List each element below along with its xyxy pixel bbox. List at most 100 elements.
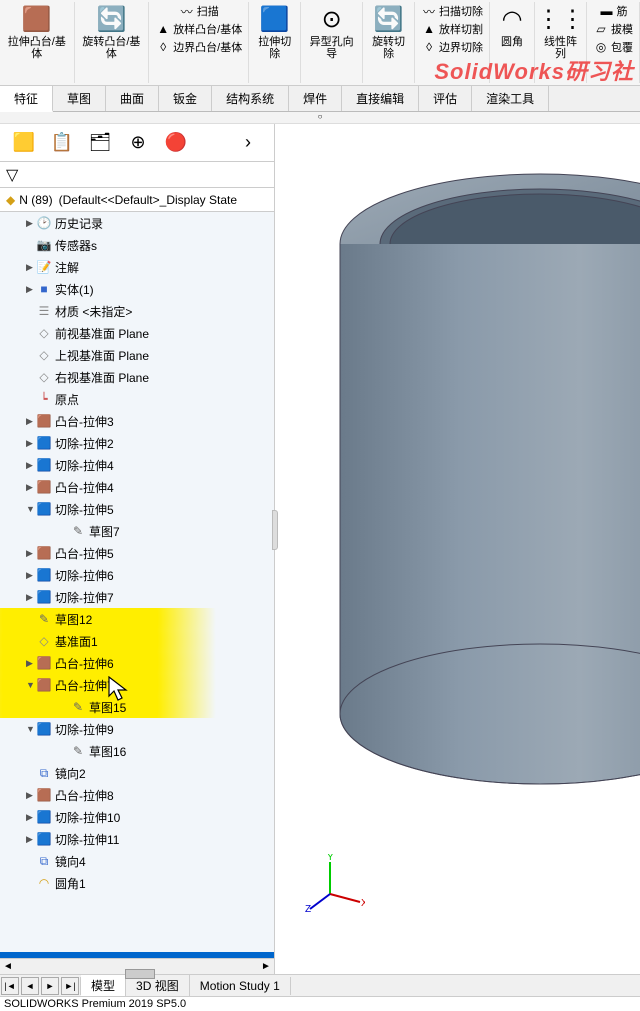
panel-collapse-handle[interactable] — [272, 510, 278, 550]
tree-hscroll[interactable]: ◄ ► — [0, 958, 274, 974]
scroll-thumb[interactable] — [125, 969, 155, 979]
history-icon: 🕑 — [36, 215, 52, 231]
loft-button[interactable]: ▲放样凸台/基体 — [151, 20, 246, 38]
tree-item[interactable]: ◇前视基准面 Plane — [0, 322, 274, 344]
view-triad[interactable]: Y X Z — [305, 854, 365, 914]
feature-manager-icon[interactable]: 🟨 — [6, 129, 42, 157]
loft-cut-button[interactable]: ▲放样切割 — [417, 20, 487, 38]
tree-item[interactable]: ✎草图15 — [0, 696, 274, 718]
tree-item[interactable]: ⧉镜向2 — [0, 762, 274, 784]
hole-wizard-button[interactable]: ⊙ 异型孔向导 — [303, 2, 360, 62]
tab-direct-edit[interactable]: 直接编辑 — [342, 86, 419, 111]
tab-sheetmetal[interactable]: 钣金 — [159, 86, 212, 111]
scroll-left-icon[interactable]: ◄ — [0, 961, 16, 972]
tab-motion-study[interactable]: Motion Study 1 — [190, 977, 291, 995]
swept-cut-button[interactable]: 〰扫描切除 — [417, 2, 487, 20]
scroll-right-icon[interactable]: ► — [258, 961, 274, 972]
rib-button[interactable]: ▬筋 — [595, 2, 632, 20]
tree-item[interactable]: ☰材质 <未指定> — [0, 300, 274, 322]
tree-item[interactable]: ✎草图7 — [0, 520, 274, 542]
tree-item[interactable]: ▶🟦切除-拉伸2 — [0, 432, 274, 454]
expand-icon[interactable]: › — [230, 129, 266, 157]
tree-item-label: 前视基准面 Plane — [55, 325, 149, 342]
dimxpert-icon[interactable]: ⊕ — [120, 129, 156, 157]
expander-icon[interactable]: ▼ — [26, 504, 36, 514]
draft-button[interactable]: ▱拔模 — [589, 20, 637, 38]
tree-root[interactable]: ◆ N (89) (Default<<Default>_Display Stat… — [0, 188, 274, 212]
tree-item[interactable]: ⧉镜向4 — [0, 850, 274, 872]
cut-icon: 🟦 — [36, 567, 52, 583]
tab-structure[interactable]: 结构系统 — [212, 86, 289, 111]
tab-weldment[interactable]: 焊件 — [289, 86, 342, 111]
boundary-button[interactable]: ◊边界凸台/基体 — [151, 38, 246, 56]
tree-item[interactable]: ▶🟫凸台-拉伸8 — [0, 784, 274, 806]
tree-item[interactable]: ▼🟫凸台-拉伸7 — [0, 674, 274, 696]
tree-item[interactable]: ▶🟦切除-拉伸11 — [0, 828, 274, 850]
tree-item[interactable]: ◇基准面1 — [0, 630, 274, 652]
tree-item[interactable]: ▶🟫凸台-拉伸4 — [0, 476, 274, 498]
revolve-cut-button[interactable]: 🔄 旋转切除 — [365, 2, 412, 62]
expander-icon[interactable]: ▶ — [26, 416, 36, 427]
tree-item[interactable]: ┕原点 — [0, 388, 274, 410]
tree-item[interactable]: ▶🟦切除-拉伸6 — [0, 564, 274, 586]
extrude-boss-button[interactable]: 🟫 拉伸凸台/基体 — [2, 2, 72, 62]
tree-item[interactable]: ▶🟦切除-拉伸7 — [0, 586, 274, 608]
expander-icon[interactable]: ▶ — [26, 592, 36, 603]
sweep-button[interactable]: 〰扫描 — [175, 2, 223, 20]
fillet-button[interactable]: ◠ 圆角 — [492, 2, 532, 50]
tree-item[interactable]: ▶📝注解 — [0, 256, 274, 278]
panel-splitter[interactable]: ○ — [0, 112, 640, 124]
last-tab-icon[interactable]: ►| — [61, 977, 79, 995]
tree-item[interactable]: ▶🟫凸台-拉伸3 — [0, 410, 274, 432]
graphics-viewport[interactable]: Y X Z — [275, 124, 640, 974]
tab-feature[interactable]: 特征 — [0, 86, 53, 112]
expander-icon[interactable]: ▶ — [26, 460, 36, 471]
tree-item[interactable]: ◠圆角1 — [0, 872, 274, 894]
tree-item[interactable]: ▶■实体(1) — [0, 278, 274, 300]
revolve-boss-button[interactable]: 🔄 旋转凸台/基体 — [77, 2, 147, 62]
expander-icon[interactable]: ▶ — [26, 262, 36, 273]
tree-item[interactable]: ◇右视基准面 Plane — [0, 366, 274, 388]
funnel-icon[interactable]: ▽ — [6, 167, 18, 184]
expander-icon[interactable]: ▶ — [26, 834, 36, 845]
next-tab-icon[interactable]: ► — [41, 977, 59, 995]
tree-item[interactable]: 📷传感器s — [0, 234, 274, 256]
extrude-cut-button[interactable]: 🟦 拉伸切除 — [251, 2, 298, 62]
config-manager-icon[interactable]: 🗂 — [82, 129, 118, 157]
hole-icon: ⊙ — [316, 4, 348, 36]
tab-model[interactable]: 模型 — [81, 975, 126, 996]
expander-icon[interactable]: ▶ — [26, 812, 36, 823]
expander-icon[interactable]: ▼ — [26, 680, 36, 690]
expander-icon[interactable]: ▼ — [26, 724, 36, 734]
expander-icon[interactable]: ▶ — [26, 218, 36, 229]
tree-item[interactable]: ▶🕑历史记录 — [0, 212, 274, 234]
boundary-icon: ◊ — [155, 39, 171, 55]
tree-item[interactable]: ✎草图16 — [0, 740, 274, 762]
feature-tree[interactable]: ▶🕑历史记录📷传感器s▶📝注解▶■实体(1)☰材质 <未指定>◇前视基准面 Pl… — [0, 212, 274, 952]
prev-tab-icon[interactable]: ◄ — [21, 977, 39, 995]
wrap-icon: ◎ — [593, 39, 609, 55]
tree-item[interactable]: ▶🟦切除-拉伸10 — [0, 806, 274, 828]
expander-icon[interactable]: ▶ — [26, 570, 36, 581]
expander-icon[interactable]: ▶ — [26, 284, 36, 295]
first-tab-icon[interactable]: |◄ — [1, 977, 19, 995]
tree-item[interactable]: ▶🟦切除-拉伸4 — [0, 454, 274, 476]
tree-item[interactable]: ▼🟦切除-拉伸5 — [0, 498, 274, 520]
tab-surface[interactable]: 曲面 — [106, 86, 159, 111]
expander-icon[interactable]: ▶ — [26, 482, 36, 493]
expander-icon[interactable]: ▶ — [26, 790, 36, 801]
tab-evaluate[interactable]: 评估 — [419, 86, 472, 111]
tree-item[interactable]: ▶🟫凸台-拉伸6 — [0, 652, 274, 674]
display-manager-icon[interactable]: 🔴 — [158, 129, 194, 157]
expander-icon[interactable]: ▶ — [26, 438, 36, 449]
tab-render[interactable]: 渲染工具 — [472, 86, 549, 111]
tree-item[interactable]: ✎草图12 — [0, 608, 274, 630]
tree-item[interactable]: ◇上视基准面 Plane — [0, 344, 274, 366]
expander-icon[interactable]: ▶ — [26, 548, 36, 559]
expander-icon[interactable]: ▶ — [26, 658, 36, 669]
tree-item[interactable]: ▶🟫凸台-拉伸5 — [0, 542, 274, 564]
tab-sketch[interactable]: 草图 — [53, 86, 106, 111]
tree-item[interactable]: ▼🟦切除-拉伸9 — [0, 718, 274, 740]
property-manager-icon[interactable]: 📋 — [44, 129, 80, 157]
part-model[interactable] — [320, 154, 640, 874]
